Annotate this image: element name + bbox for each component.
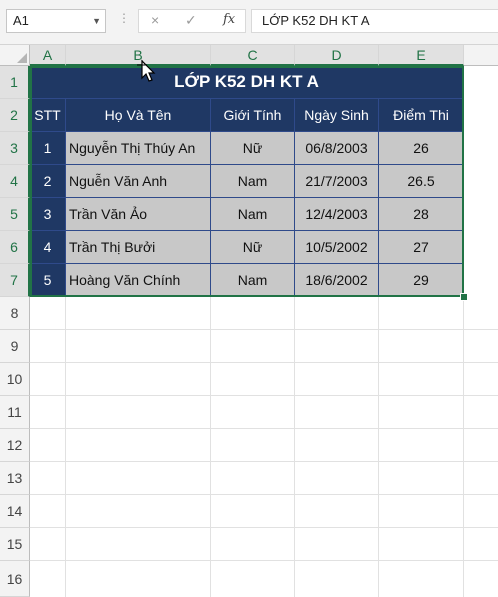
column-header-a[interactable]: A — [30, 45, 66, 66]
formula-input[interactable]: LỚP K52 DH KT A — [251, 9, 498, 33]
column-header-f[interactable] — [464, 45, 498, 66]
gridline — [30, 461, 498, 462]
cell-gender[interactable]: Nam — [211, 264, 295, 297]
cell-name[interactable]: Nguễn Văn Anh — [66, 165, 211, 198]
formula-bar: A1 ▼ ⋮ × ✓ fx LỚP K52 DH KT A — [0, 0, 498, 45]
row-header-6[interactable]: 6 — [0, 231, 30, 264]
row-header-4[interactable]: 4 — [0, 165, 30, 198]
table-title-cell[interactable]: LỚP K52 DH KT A — [30, 66, 464, 99]
row-header-7[interactable]: 7 — [0, 264, 30, 297]
gridline — [30, 428, 498, 429]
cell-birthdate[interactable]: 10/5/2002 — [295, 231, 379, 264]
cell-score[interactable]: 28 — [379, 198, 464, 231]
row-header-5[interactable]: 5 — [0, 198, 30, 231]
gridline — [30, 329, 498, 330]
column-header-d[interactable]: D — [295, 45, 379, 66]
fill-handle[interactable] — [460, 293, 468, 301]
name-box-value: A1 — [13, 13, 29, 28]
gridline — [30, 494, 498, 495]
select-all-corner[interactable] — [0, 45, 30, 66]
cancel-icon[interactable]: × — [151, 12, 159, 28]
row-header-11[interactable]: 11 — [0, 396, 30, 429]
mouse-pointer-icon — [137, 59, 156, 82]
header-gender[interactable]: Giới Tính — [211, 99, 295, 132]
gridline — [30, 395, 498, 396]
gridline — [30, 560, 498, 561]
cell-score[interactable]: 27 — [379, 231, 464, 264]
gridline — [30, 527, 498, 528]
enter-icon[interactable]: ✓ — [185, 12, 197, 29]
cell-birthdate[interactable]: 06/8/2003 — [295, 132, 379, 165]
row-header-2[interactable]: 2 — [0, 99, 30, 132]
cell-birthdate[interactable]: 18/6/2002 — [295, 264, 379, 297]
row-header-9[interactable]: 9 — [0, 330, 30, 363]
row-header-16[interactable]: 16 — [0, 561, 30, 597]
more-options-icon[interactable]: ⋮ — [118, 11, 130, 25]
column-header-e[interactable]: E — [379, 45, 464, 66]
cell-score[interactable]: 26 — [379, 132, 464, 165]
cell-birthdate[interactable]: 21/7/2003 — [295, 165, 379, 198]
cell-score[interactable]: 26.5 — [379, 165, 464, 198]
row-header-12[interactable]: 12 — [0, 429, 30, 462]
cell-name[interactable]: Trần Thị Bưởi — [66, 231, 211, 264]
cell-name[interactable]: Trần Văn Ảo — [66, 198, 211, 231]
header-stt[interactable]: STT — [30, 99, 66, 132]
cell-gender[interactable]: Nữ — [211, 132, 295, 165]
cell-name[interactable]: Hoàng Văn Chính — [66, 264, 211, 297]
row-header-10[interactable]: 10 — [0, 363, 30, 396]
cell-gender[interactable]: Nam — [211, 198, 295, 231]
formula-buttons: × ✓ fx — [138, 9, 246, 33]
name-box[interactable]: A1 ▼ — [6, 9, 106, 33]
header-name[interactable]: Họ Và Tên — [66, 99, 211, 132]
row-header-14[interactable]: 14 — [0, 495, 30, 528]
cell-stt[interactable]: 2 — [30, 165, 66, 198]
cell-name[interactable]: Nguyễn Thị Thúy An — [66, 132, 211, 165]
cell-birthdate[interactable]: 12/4/2003 — [295, 198, 379, 231]
row-header-1[interactable]: 1 — [0, 66, 30, 99]
header-birthdate[interactable]: Ngày Sinh — [295, 99, 379, 132]
row-header-8[interactable]: 8 — [0, 297, 30, 330]
row-header-3[interactable]: 3 — [0, 132, 30, 165]
chevron-down-icon[interactable]: ▼ — [92, 10, 101, 32]
cell-stt[interactable]: 4 — [30, 231, 66, 264]
cell-stt[interactable]: 5 — [30, 264, 66, 297]
cell-stt[interactable]: 1 — [30, 132, 66, 165]
column-header-c[interactable]: C — [211, 45, 295, 66]
gridline — [30, 362, 498, 363]
insert-function-icon[interactable]: fx — [223, 12, 235, 27]
row-header-15[interactable]: 15 — [0, 528, 30, 561]
header-score[interactable]: Điểm Thi — [379, 99, 464, 132]
cell-gender[interactable]: Nam — [211, 165, 295, 198]
row-header-13[interactable]: 13 — [0, 462, 30, 495]
cell-gender[interactable]: Nữ — [211, 231, 295, 264]
cell-score[interactable]: 29 — [379, 264, 464, 297]
cell-stt[interactable]: 3 — [30, 198, 66, 231]
select-all-icon — [17, 53, 27, 63]
